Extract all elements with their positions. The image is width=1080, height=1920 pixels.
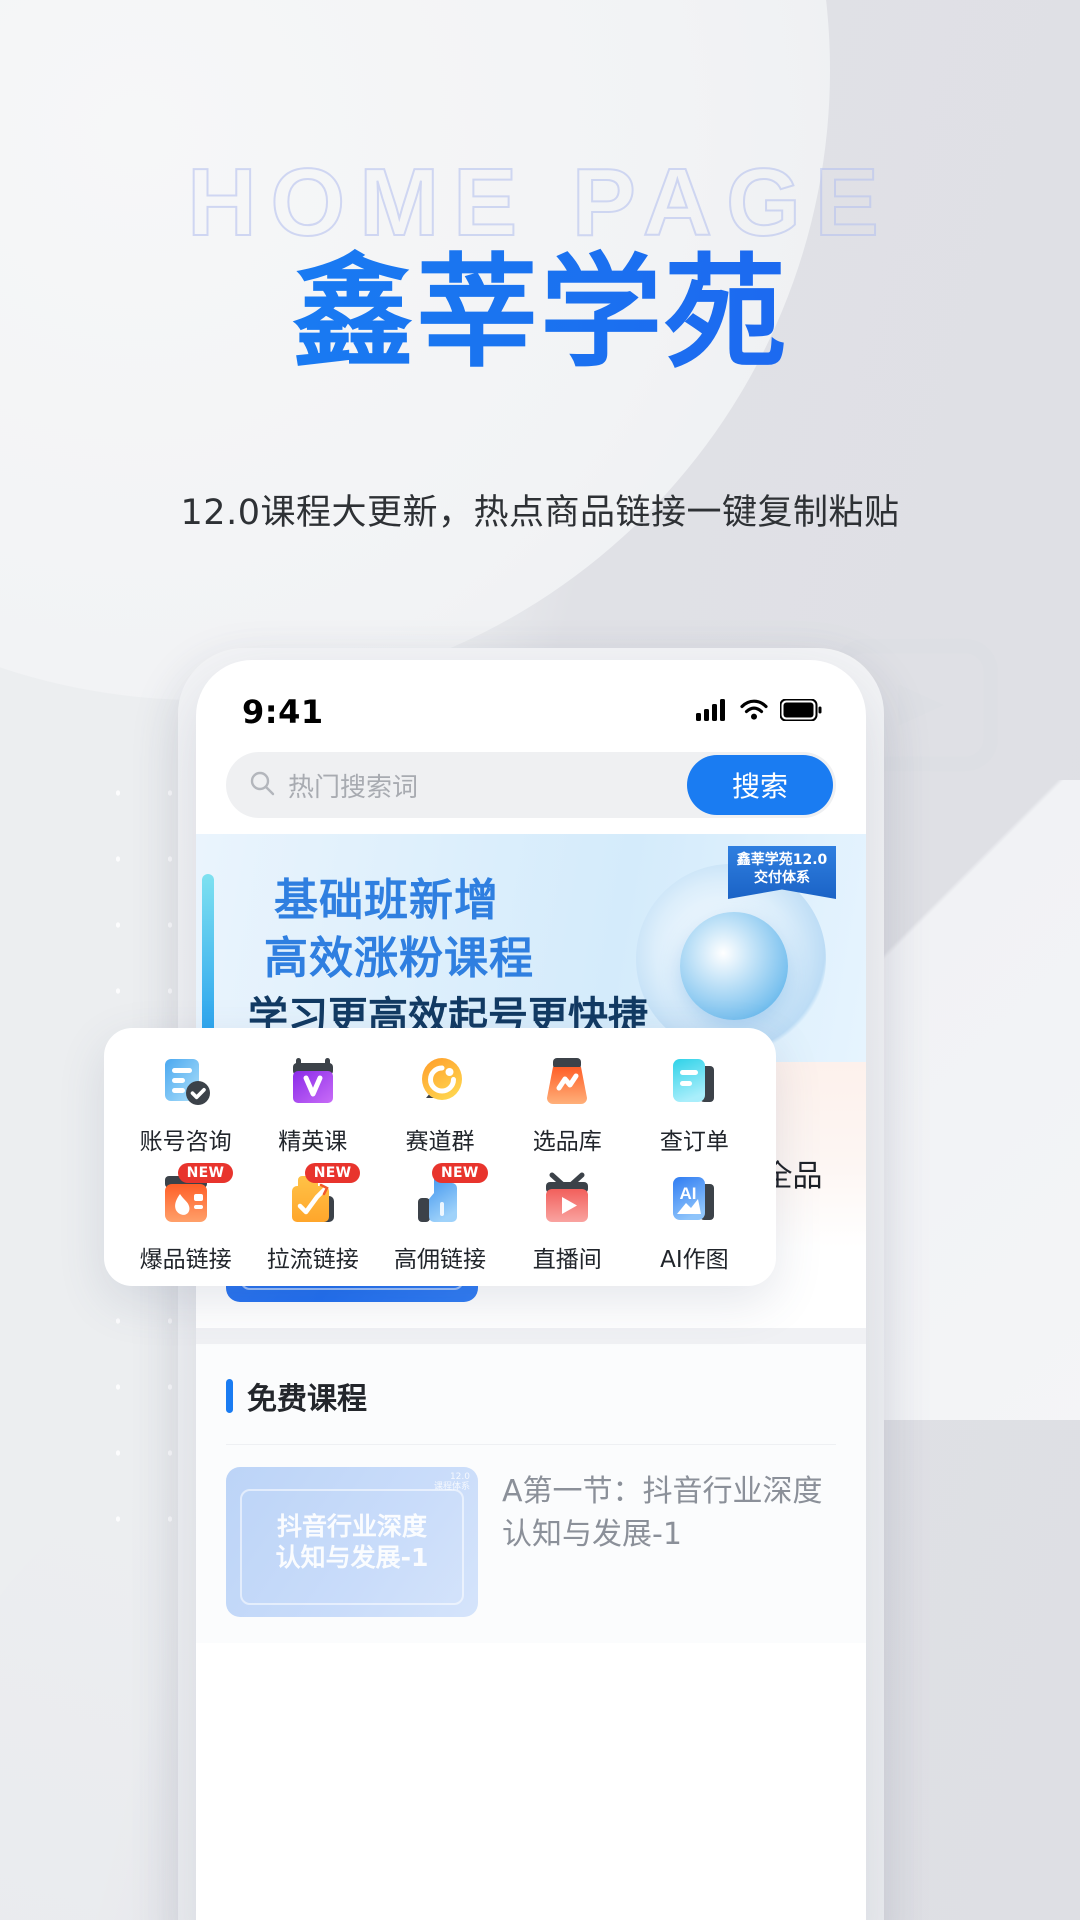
free-section-header: 免费课程 xyxy=(196,1374,866,1418)
quick-actions-grid: 账号咨询 精英课 赛道群 选品库 查订单 NEW 爆品链接 NEW 拉流链接 N… xyxy=(122,1054,758,1274)
phone-screen: 9:41 热门搜索词 搜索 基础班新增 高效涨粉课程 学习更高效起号更快捷 鑫莘… xyxy=(196,660,866,1920)
search-button[interactable]: 搜索 xyxy=(687,755,833,815)
quick-action-traffic-link[interactable]: NEW 拉流链接 xyxy=(249,1163,376,1274)
free-course-thumbnail[interactable]: 12.0 课程体系 抖音行业深度 认知与发展-1 xyxy=(226,1467,478,1617)
quick-action-label: 直播间 xyxy=(532,1247,602,1273)
status-bar-time: 9:41 xyxy=(242,693,324,731)
quick-action-track-group[interactable]: 赛道群 xyxy=(376,1054,503,1156)
thumbnail-text-line-1: 抖音行业深度 xyxy=(276,1512,427,1541)
ai-image-icon: AI xyxy=(666,1172,722,1228)
quick-action-label: 查订单 xyxy=(659,1129,729,1155)
quick-action-label: 精英课 xyxy=(278,1129,348,1155)
section-accent-bar xyxy=(226,1379,233,1413)
quick-actions-panel: 账号咨询 精英课 赛道群 选品库 查订单 NEW 爆品链接 NEW 拉流链接 N… xyxy=(104,1028,776,1286)
search-bar: 热门搜索词 搜索 xyxy=(196,746,866,834)
new-badge: NEW xyxy=(431,1163,488,1183)
quick-action-label: 选品库 xyxy=(532,1129,602,1155)
quick-action-product-library[interactable]: 选品库 xyxy=(504,1054,631,1156)
battery-icon xyxy=(779,698,822,726)
new-badge: NEW xyxy=(177,1163,234,1183)
status-bar: 9:41 xyxy=(196,660,866,746)
quick-action-label: AI作图 xyxy=(660,1247,729,1273)
thumbnail-text-line-2: 认知与发展-1 xyxy=(275,1543,429,1573)
quick-action-live-room[interactable]: 直播间 xyxy=(504,1172,631,1274)
banner-accent-stripe xyxy=(202,874,214,1034)
page-subtitle: 12.0课程大更新，热点商品链接一键复制粘贴 xyxy=(180,493,900,533)
thumbnail-text: 抖音行业深度 认知与发展-1 xyxy=(226,1511,478,1574)
thumbnail-watermark-line-2: 课程体系 xyxy=(433,1481,470,1492)
quick-action-ai-image[interactable]: AI AI作图 xyxy=(631,1172,758,1274)
wifi-icon xyxy=(739,698,769,727)
quick-action-hot-product-link[interactable]: NEW 爆品链接 xyxy=(122,1163,249,1274)
quick-action-label: 爆品链接 xyxy=(139,1247,232,1273)
quick-action-elite-course[interactable]: 精英课 xyxy=(249,1054,376,1156)
purple-v-card-icon xyxy=(285,1054,341,1110)
quick-action-label: 拉流链接 xyxy=(266,1247,359,1273)
search-icon xyxy=(248,769,276,802)
quick-action-account-consult[interactable]: 账号咨询 xyxy=(122,1054,249,1156)
cyan-order-book-icon xyxy=(666,1054,722,1110)
search-input[interactable]: 热门搜索词 搜索 xyxy=(226,752,836,818)
banner-badge-line-1: 鑫莘学苑12.0 xyxy=(736,852,828,868)
red-live-play-icon xyxy=(539,1172,595,1228)
banner-line-2: 高效涨粉课程 xyxy=(264,933,534,984)
page-title: 鑫莘学苑 xyxy=(0,214,1080,391)
orange-circle-icon xyxy=(412,1054,468,1110)
free-course-title: A第一节：抖音行业深度认知与发展-1 xyxy=(502,1474,823,1552)
quick-action-high-commission-link[interactable]: NEW 高佣链接 xyxy=(376,1163,503,1274)
document-check-icon xyxy=(158,1054,214,1110)
quick-action-label: 高佣链接 xyxy=(393,1247,486,1273)
orange-bag-icon xyxy=(539,1054,595,1110)
free-section-title: 免费课程 xyxy=(247,1382,367,1417)
search-placeholder: 热门搜索词 xyxy=(288,772,419,803)
cellular-signal-icon xyxy=(696,698,728,727)
quick-action-label: 赛道群 xyxy=(405,1129,475,1155)
banner-sphere-decoration xyxy=(680,912,788,1020)
section-divider xyxy=(196,1328,866,1344)
quick-action-label: 账号咨询 xyxy=(139,1129,232,1155)
free-course-item[interactable]: 12.0 课程体系 抖音行业深度 认知与发展-1 A第一节：抖音行业深度认知与发… xyxy=(196,1445,866,1643)
new-badge: NEW xyxy=(304,1163,361,1183)
banner-badge-line-2: 交付体系 xyxy=(754,869,810,886)
thumbnail-watermark: 12.0 课程体系 xyxy=(433,1472,470,1493)
svg-text:AI: AI xyxy=(680,1184,697,1203)
quick-action-check-order[interactable]: 查订单 xyxy=(631,1054,758,1156)
status-bar-icons xyxy=(696,698,822,727)
free-courses-section: 免费课程 12.0 课程体系 抖音行业深度 认知与发展-1 A第一节：抖音行业深… xyxy=(196,1344,866,1643)
banner-line-1: 基础班新增 xyxy=(274,875,499,926)
